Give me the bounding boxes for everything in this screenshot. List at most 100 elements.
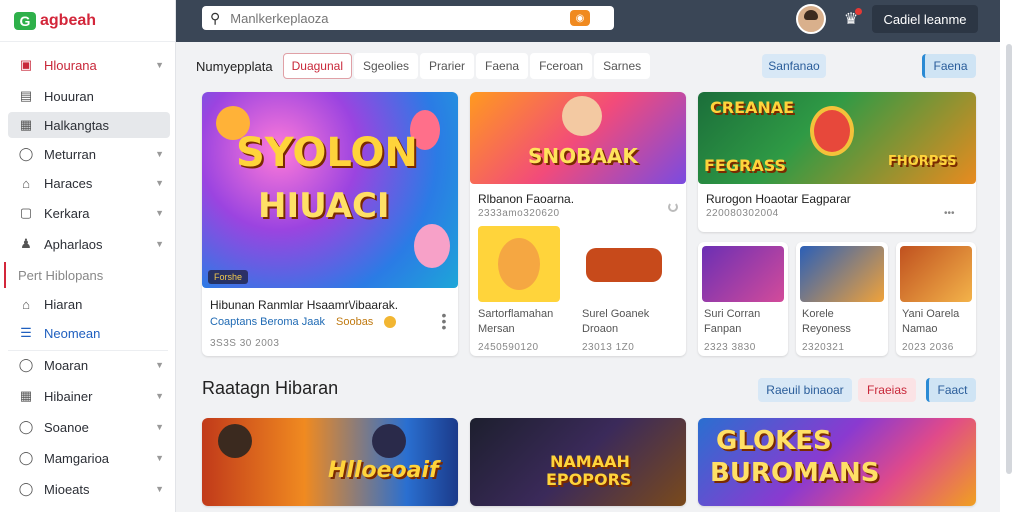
sidebar-item-hibainer[interactable]: ▦ Hibainer ▼: [8, 383, 170, 409]
character-decoration: [218, 424, 252, 458]
tab-prarier[interactable]: Prarier: [420, 53, 475, 79]
notification-icon[interactable]: ♛: [840, 8, 862, 30]
chevron-down-icon: ▼: [155, 360, 164, 370]
sidebar-item-label: Hlourana: [44, 57, 97, 73]
sidebar-item-halkangtas[interactable]: ▦ Halkangtas: [8, 112, 170, 138]
tabs-title: Numyepplata: [196, 58, 273, 74]
game-card-mini[interactable]: Korele Reyoness 2320321: [796, 242, 888, 356]
card-title: Rurogon Hoaotar Eagparar: [706, 192, 851, 206]
character-decoration: [372, 424, 406, 458]
sidebar-item-label: Meturran: [44, 146, 97, 162]
coin-icon: [384, 316, 396, 328]
game-card-mini[interactable]: Suri Corran Fanpan 2323 3830: [698, 242, 788, 356]
sidebar-item-apharlaos[interactable]: ♟ Apharlaos ▼: [8, 231, 170, 257]
art-title: GLOKES: [716, 426, 832, 456]
loading-icon: [668, 202, 678, 212]
sidebar-item-label: Mamgarioa: [44, 450, 110, 466]
calendar-icon: ▤: [19, 88, 33, 103]
art-title: SNOBAAK: [528, 144, 638, 168]
grid-icon: ▦: [19, 388, 33, 403]
heart-icon: ◯: [18, 450, 34, 465]
sidebar-item-haraces[interactable]: ⌂ Haraces ▼: [8, 170, 170, 196]
card-title: Hibunan Ranmlar Hsaamr\/ibaarak.: [210, 298, 399, 312]
tab-sarnes[interactable]: Sarnes: [594, 53, 651, 79]
car-decoration: [586, 248, 662, 282]
game-card-bottom[interactable]: Hlloeoaif: [202, 418, 458, 506]
box-icon: ▢: [19, 205, 33, 220]
sidebar-section-header: Pert Hiblopans: [4, 262, 174, 288]
logo-text: agbeah: [40, 11, 97, 29]
sidebar-item-label: Houuran: [44, 88, 94, 104]
character-decoration: [562, 96, 602, 136]
card-date: 2450590120: [478, 342, 539, 353]
sidebar-item-label: Hibainer: [44, 388, 93, 404]
section-pill[interactable]: Raeuil binaoar: [758, 378, 852, 402]
sidebar-item-soanoe[interactable]: ◯ Soanoe ▼: [8, 414, 170, 440]
filter-pill-active[interactable]: Faena: [922, 54, 976, 78]
card-subtitle: Reyoness: [802, 323, 851, 335]
sidebar-item-mioeats[interactable]: ◯ Mioeats ▼: [8, 476, 170, 502]
logo-mark: G: [14, 11, 36, 30]
top-bar: ⚲ ◉ ♛ Cadiel leanme: [176, 0, 1000, 42]
chevron-down-icon: ▼: [155, 422, 164, 432]
card-provider-link[interactable]: Coaptans Beroma Jaak: [210, 316, 325, 328]
game-card-bottom[interactable]: GLOKES BUROMANS: [698, 418, 976, 506]
sidebar-item-kerkara[interactable]: ▢ Kerkara ▼: [8, 200, 170, 226]
game-card-hero[interactable]: SYOLON HIUACI Forshe Hibunan Ranmlar Hsa…: [202, 92, 458, 356]
settings-icon: ◯: [18, 481, 34, 496]
tab-fceroan[interactable]: Fceroan: [530, 53, 593, 79]
sidebar-item-neomean[interactable]: ☰ Neomean: [8, 320, 170, 346]
art-title: CREANAE: [710, 98, 795, 117]
filter-pill[interactable]: Sanfanao: [762, 54, 826, 78]
logo[interactable]: G agbeah: [0, 0, 175, 42]
card-date: 2323 3830: [704, 342, 756, 353]
sidebar-item-label: Neomean: [44, 325, 101, 341]
chevron-down-icon: ▼: [155, 60, 164, 70]
balloon-decoration: [414, 224, 450, 268]
game-card-mini[interactable]: Yani Oarela Namao 2023 2036: [896, 242, 976, 356]
cta-button[interactable]: Cadiel leanme: [872, 5, 978, 33]
tab-duagunal[interactable]: Duagunal: [282, 53, 352, 79]
chevron-down-icon: ▼: [155, 391, 164, 401]
card-subtitle: Mersan: [478, 323, 515, 335]
chevron-down-icon: ▼: [155, 239, 164, 249]
search-input[interactable]: [230, 10, 571, 26]
shop-icon: ⌂: [22, 175, 30, 191]
art-subtitle: FEGRASS: [704, 156, 787, 175]
category-tabs: Numyepplata Duagunal Sgeolies Prarier Fa…: [196, 52, 652, 80]
search-box[interactable]: ⚲ ◉: [202, 6, 614, 30]
sidebar-item-hlourana[interactable]: ▣ Hlourana ▼: [8, 52, 170, 78]
card-title: Suri Corran: [704, 308, 761, 320]
art-subtitle: BUROMANS: [710, 458, 880, 488]
game-card-middle[interactable]: SNOBAAK Rlbanon Faoarna. 2333amo320620 S…: [470, 92, 686, 356]
sidebar-item-moaran[interactable]: ◯ Moaran ▼: [8, 352, 170, 378]
gift-icon[interactable]: ◉: [570, 10, 590, 26]
game-card-bottom[interactable]: NAMAAH EPOPORS: [470, 418, 686, 506]
scrollbar[interactable]: [1006, 44, 1012, 474]
tab-faena[interactable]: Faena: [476, 53, 529, 79]
home-icon: ⌂: [22, 296, 30, 312]
mini-thumbnail: [478, 226, 560, 302]
sidebar-item-meturran[interactable]: ◯ Meturran ▼: [8, 141, 170, 167]
sidebar-item-houuran[interactable]: ▤ Houuran: [8, 83, 170, 109]
sidebar-item-mamgarioa[interactable]: ◯ Mamgarioa ▼: [8, 445, 170, 471]
game-thumbnail: Hlloeoaif: [202, 418, 458, 506]
game-card-right[interactable]: CREANAE FEGRASS FHORPSS Rurogon Hoaotar …: [698, 92, 976, 232]
more-icon[interactable]: •••: [440, 308, 448, 334]
games-icon: ▣: [19, 57, 33, 72]
card-subtitle: Droaon: [582, 323, 619, 335]
game-thumbnail: NAMAAH EPOPORS: [470, 418, 686, 506]
section-pill[interactable]: Fraeias: [858, 378, 916, 402]
avatar[interactable]: [796, 4, 826, 34]
section-pill-active[interactable]: Faact: [926, 378, 976, 402]
sidebar-item-label: Haraces: [44, 175, 93, 191]
more-icon[interactable]: •••: [944, 208, 955, 219]
card-title: Rlbanon Faoarna.: [478, 192, 575, 206]
clock-icon: ◯: [18, 146, 34, 161]
game-thumbnail: SNOBAAK: [470, 92, 686, 184]
sidebar-item-label: Hiaran: [44, 296, 83, 312]
card-title: Korele: [802, 308, 834, 320]
list-icon: ☰: [20, 325, 32, 340]
tab-sgeolies[interactable]: Sgeolies: [353, 53, 419, 79]
sidebar-item-hiaran[interactable]: ⌂ Hiaran: [8, 291, 170, 317]
